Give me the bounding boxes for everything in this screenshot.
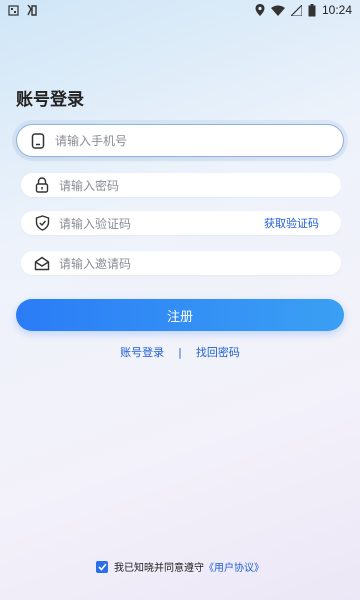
agreement-text: 我已知晓并同意遵守: [114, 563, 204, 574]
code-placeholder: 请输入验证码: [59, 216, 132, 231]
shield-icon: [33, 214, 51, 232]
phone-icon: [29, 132, 47, 150]
lock-icon: [33, 176, 51, 194]
page-title: 账号登录: [16, 90, 84, 110]
auth-links: 账号登录 | 找回密码: [0, 344, 360, 360]
password-field[interactable]: 请输入密码: [21, 173, 341, 197]
signal-icon: [290, 4, 302, 16]
status-bar: 10:24: [0, 0, 360, 20]
phone-field[interactable]: 请输入手机号: [16, 124, 344, 157]
mail-icon: [33, 254, 51, 272]
account-login-link[interactable]: 账号登录: [120, 344, 164, 360]
location-icon: [255, 4, 265, 16]
status-time: 10:24: [321, 3, 352, 17]
forgot-password-link[interactable]: 找回密码: [196, 344, 240, 360]
gallery-icon: [8, 4, 19, 16]
phone-placeholder: 请输入手机号: [55, 134, 128, 148]
get-code-button[interactable]: 获取验证码: [264, 215, 319, 231]
invite-placeholder: 请输入邀请码: [59, 256, 132, 271]
link-separator: |: [178, 345, 182, 359]
status-bar-left: [8, 3, 39, 17]
agreement-row: 我已知晓并同意遵守 《用户协议》: [0, 559, 360, 574]
password-placeholder: 请输入密码: [59, 178, 120, 193]
checkmark-icon: [97, 562, 107, 571]
wifi-icon: [270, 5, 285, 16]
app-notification-icon: [25, 3, 39, 17]
user-agreement-link[interactable]: 《用户协议》: [204, 559, 264, 574]
invite-code-field[interactable]: 请输入邀请码: [21, 251, 341, 275]
status-bar-right: 10:24: [255, 3, 352, 17]
verification-code-field[interactable]: 请输入验证码 获取验证码: [21, 211, 341, 235]
battery-icon: [308, 3, 316, 17]
register-button[interactable]: 注册: [16, 299, 344, 331]
agreement-checkbox[interactable]: [96, 560, 108, 573]
